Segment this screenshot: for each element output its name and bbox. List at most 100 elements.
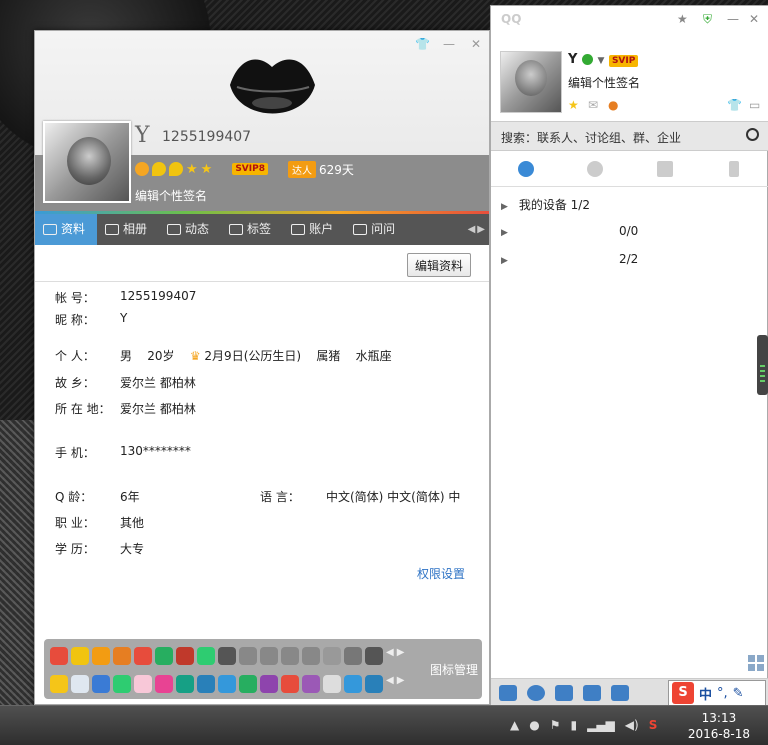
gem-icon[interactable] (197, 647, 215, 665)
mail-icon[interactable]: ✉ (588, 98, 598, 112)
wrench-icon[interactable]: ✎ (733, 686, 744, 701)
star-icon[interactable] (50, 675, 68, 693)
game-icon[interactable] (260, 675, 278, 693)
side-dock-handle[interactable] (757, 335, 768, 395)
phone-icon[interactable] (92, 675, 110, 693)
signature[interactable]: 编辑个性签名 (568, 74, 640, 91)
pet-icon[interactable] (134, 675, 152, 693)
group-item[interactable]: ▶ 2/2 (501, 252, 638, 266)
mail-icon[interactable] (71, 675, 89, 693)
farm-icon[interactable] (239, 675, 257, 693)
ime-punct[interactable]: °, (717, 686, 728, 701)
music-icon[interactable] (176, 675, 194, 693)
pay-icon[interactable] (113, 675, 131, 693)
avatar[interactable] (43, 121, 131, 203)
skin-icon[interactable]: ★ (677, 12, 688, 26)
svip-badge[interactable]: SVIP8 (232, 163, 268, 175)
avatar[interactable] (500, 51, 562, 113)
group-item[interactable]: ▶ 0/0 (501, 224, 638, 238)
skin-icon[interactable]: 👕 (415, 37, 430, 51)
tab-devices[interactable] (700, 151, 768, 186)
gem-icon[interactable] (260, 647, 278, 665)
folder-icon[interactable] (583, 684, 601, 701)
next-icon[interactable]: ▶ (397, 647, 405, 665)
tab-recent[interactable] (630, 151, 700, 186)
superman-icon[interactable] (344, 647, 362, 665)
gem-icon[interactable] (239, 647, 257, 665)
cow-icon[interactable] (323, 675, 341, 693)
tab-prev-icon[interactable]: ◀ (468, 224, 476, 235)
game-icon[interactable] (155, 675, 173, 693)
search-bar[interactable]: 搜索：联系人、讨论组、群、企业 (491, 121, 768, 151)
penguin-icon[interactable] (92, 647, 110, 665)
minimize-icon[interactable]: — (727, 12, 739, 26)
star-box-icon[interactable] (611, 684, 629, 701)
profile-signature[interactable]: 编辑个性签名 (135, 187, 207, 204)
gear-icon[interactable] (527, 684, 545, 701)
gem-icon[interactable] (113, 647, 131, 665)
input-method-bar[interactable]: S 中 °, ✎ (668, 680, 766, 706)
heart-icon[interactable] (50, 647, 68, 665)
tab-next-icon[interactable]: ▶ (477, 224, 485, 235)
tab-contacts[interactable] (491, 151, 561, 186)
daren-badge[interactable]: 达人 (287, 160, 316, 178)
app-icon[interactable] (365, 675, 383, 693)
gem-icon[interactable] (155, 647, 173, 665)
next-icon[interactable]: ▶ (397, 675, 405, 693)
minimize-icon[interactable]: — (443, 37, 455, 51)
tab-ask[interactable]: 问问 (345, 214, 407, 245)
svip-badge[interactable]: SVIP (608, 55, 639, 67)
star-icon[interactable]: ★ (568, 98, 579, 112)
flag-icon[interactable]: ⚑ (550, 718, 561, 732)
moon-icon[interactable] (169, 162, 183, 176)
speaker-icon[interactable] (555, 684, 573, 701)
tab-account[interactable]: 账户 (283, 214, 345, 245)
tab-groups[interactable] (561, 151, 631, 186)
diamond-icon[interactable] (365, 647, 383, 665)
penguin-icon[interactable] (71, 647, 89, 665)
show-icon[interactable] (302, 675, 320, 693)
search-icon[interactable] (746, 128, 759, 141)
moon-icon[interactable] (152, 162, 166, 176)
online-status-icon[interactable] (581, 54, 593, 65)
icon-manage-link[interactable]: 图标管理 (430, 661, 478, 678)
prev-icon[interactable]: ◀ (386, 675, 394, 693)
moon-icon[interactable] (323, 647, 341, 665)
prev-icon[interactable]: ◀ (386, 647, 394, 665)
tab-album[interactable]: 相册 (97, 214, 159, 245)
network-icon[interactable]: ▂▄▆ (587, 718, 615, 732)
crown-icon[interactable] (135, 162, 149, 176)
tab-info[interactable]: 资料 (35, 214, 98, 245)
group-my-devices[interactable]: ▶ 我的设备 1/2 (501, 196, 590, 213)
permission-settings-link[interactable]: 权限设置 (417, 565, 465, 582)
edit-profile-button[interactable]: 编辑资料 (407, 253, 471, 277)
penguin-icon[interactable]: ● (608, 98, 618, 112)
chevron-down-icon[interactable]: ▼ (597, 56, 604, 66)
menu-icon[interactable] (499, 684, 517, 701)
search-input[interactable]: 搜索：联系人、讨论组、群、企业 (501, 129, 681, 146)
gem-icon[interactable] (281, 647, 299, 665)
five-icon[interactable] (281, 675, 299, 693)
close-icon[interactable]: ✕ (471, 37, 481, 51)
show-hidden-icon[interactable]: ▲ (510, 718, 519, 732)
close-icon[interactable]: ✕ (749, 12, 759, 26)
shirt-icon[interactable]: 👕 (727, 98, 742, 112)
security-icon[interactable]: ⛨ (703, 12, 712, 27)
volume-icon[interactable]: ◀) (625, 718, 639, 732)
gem-icon[interactable] (134, 647, 152, 665)
gem-icon[interactable] (176, 647, 194, 665)
star-icon[interactable]: ★ (201, 162, 213, 177)
cube-icon[interactable] (344, 675, 362, 693)
qq-tray-icon[interactable]: ● (529, 718, 539, 732)
edu-icon[interactable] (197, 675, 215, 693)
sogou-tray-icon[interactable]: S (649, 718, 658, 732)
sogou-logo[interactable]: S (672, 682, 694, 704)
star-icon[interactable]: ★ (186, 162, 198, 177)
gem-icon[interactable] (302, 647, 320, 665)
gem-icon[interactable] (218, 647, 236, 665)
message-box-icon[interactable]: ▭ (749, 98, 760, 112)
ime-mode[interactable]: 中 (699, 684, 712, 703)
app-manager-icon[interactable] (748, 655, 764, 671)
video-icon[interactable] (218, 675, 236, 693)
taskbar-clock[interactable]: 13:13 2016-8-18 (688, 710, 750, 742)
